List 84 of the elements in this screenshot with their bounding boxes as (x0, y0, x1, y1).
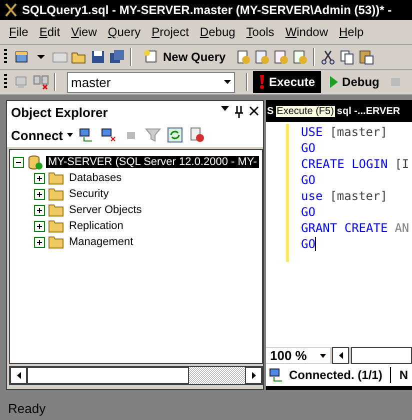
code-token: USE (301, 124, 323, 140)
refresh-icon[interactable] (167, 127, 183, 143)
tooltip: Execute (F5) (274, 104, 336, 118)
caret-icon (67, 133, 73, 137)
expand-icon[interactable] (34, 204, 45, 216)
menu-item[interactable]: Help (334, 25, 370, 39)
disconnect-icon[interactable] (101, 127, 117, 143)
close-icon[interactable] (249, 106, 259, 116)
tree-item[interactable]: Security (67, 188, 111, 200)
menu-item[interactable]: Tools (241, 25, 280, 39)
cut-icon[interactable] (320, 49, 336, 65)
server-icon (27, 154, 43, 170)
code-token: GO (301, 236, 316, 252)
tree-item[interactable]: Server Objects (67, 204, 144, 216)
dmx-query-icon[interactable] (272, 49, 289, 65)
debug-button[interactable]: Debug (324, 71, 386, 93)
folder-icon (48, 219, 64, 233)
menu-item[interactable]: Query (102, 25, 147, 39)
expand-icon[interactable] (34, 172, 45, 184)
caret-icon (224, 80, 231, 84)
menu-item[interactable]: Project (146, 25, 195, 39)
menu-item[interactable]: File (4, 25, 34, 39)
right-arrow-icon[interactable] (252, 372, 256, 379)
code-token: use (301, 188, 323, 204)
tab-title: sql -...ERVER (336, 106, 400, 116)
pin-icon[interactable] (235, 106, 243, 118)
folder-icon (48, 187, 64, 201)
tree-item[interactable]: MY-SERVER (SQL Server 12.0.2000 - MY- (46, 156, 259, 168)
database-dropdown[interactable]: master (67, 72, 235, 92)
code-token: GO (301, 204, 316, 220)
code-token: [master] (330, 188, 388, 204)
folder-icon (48, 235, 64, 249)
code-token: [I (394, 156, 410, 172)
expand-icon[interactable] (34, 236, 45, 248)
zoom-dropdown[interactable]: 100 % (266, 348, 330, 363)
horizontal-scrollbar[interactable] (9, 366, 263, 385)
scrollbar-thumb[interactable] (351, 347, 412, 364)
code-token: GRANT CREATE (301, 220, 388, 236)
left-arrow-icon[interactable] (16, 372, 20, 379)
database-query-icon[interactable] (234, 49, 251, 65)
window-title: SQLQuery1.sql - MY-SERVER.master (MY-SERVER\Admin (53))* - (22, 3, 392, 17)
menu-item[interactable]: Debug (194, 25, 242, 39)
filter-icon[interactable] (145, 127, 161, 143)
tree-item[interactable]: Management (67, 236, 136, 248)
code-editor[interactable]: USE [master] GO CREATE LOGIN [I GO use [master] GO GRANT CREATE AN GO (266, 122, 412, 347)
app-icon (4, 2, 18, 18)
dropdown-arrow-icon[interactable] (221, 106, 229, 111)
editor-tab[interactable]: S Execute (F5) sql -...ERVER (266, 100, 412, 122)
menu-item[interactable]: Edit (34, 25, 66, 39)
folder-icon (48, 203, 64, 217)
connected-icon (269, 367, 285, 383)
code-token: GO (301, 172, 316, 188)
code-token: GO (301, 140, 316, 156)
left-arrow-icon[interactable] (338, 352, 342, 359)
execute-button[interactable]: Execute (253, 71, 322, 93)
new-query-icon (143, 49, 159, 65)
status-text: Ready (8, 400, 46, 416)
new-window-icon[interactable] (14, 49, 30, 65)
code-token: AN (394, 220, 410, 236)
script-icon[interactable] (189, 127, 205, 143)
connection-status: Connected. (1/1) (289, 368, 382, 382)
menu-item[interactable]: View (66, 25, 103, 39)
expand-icon[interactable] (34, 220, 45, 232)
tree-item[interactable]: Databases (67, 172, 124, 184)
caret-icon (320, 354, 326, 358)
connect-icon[interactable] (79, 127, 95, 143)
collapse-icon[interactable] (13, 156, 24, 168)
save-all-icon[interactable] (109, 49, 125, 65)
play-icon (330, 76, 338, 88)
tree-item[interactable]: Replication (67, 220, 126, 232)
xmla-query-icon[interactable] (292, 49, 308, 65)
exclamation-icon (259, 74, 265, 90)
folder-icon (48, 171, 64, 185)
copy-icon[interactable] (338, 49, 355, 65)
status-text: N (399, 368, 408, 382)
tab-title: S (267, 106, 274, 116)
menu-item[interactable]: Window (280, 25, 334, 39)
mdx-query-icon[interactable] (254, 49, 270, 65)
save-icon[interactable] (90, 49, 106, 65)
code-token: [master] (330, 124, 388, 140)
code-token: CREATE LOGIN (301, 156, 388, 172)
panel-title: Object Explorer (11, 104, 108, 120)
expand-icon[interactable] (34, 188, 45, 200)
paste-icon[interactable] (358, 49, 374, 65)
